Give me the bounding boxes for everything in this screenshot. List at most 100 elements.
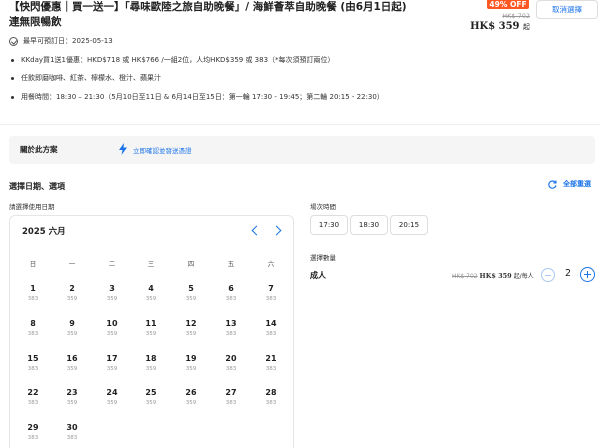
original-price: HK$ 702 [502,12,530,20]
calendar-day[interactable]: 17 359 [97,354,127,373]
calendar-day[interactable]: 10 359 [97,319,127,338]
day-price: 383 [225,296,237,302]
chevron-left-icon[interactable] [249,224,261,236]
day-price: 383 [265,366,277,372]
chevron-right-icon[interactable] [272,224,284,236]
cancel-selection-button[interactable]: 取消選擇 [536,0,598,19]
day-number: 14 [265,319,277,328]
calendar-day[interactable]: 11 359 [136,319,166,338]
time-slot-button[interactable]: 18:30 [350,215,388,235]
refresh-icon [548,179,557,189]
calendar-day[interactable]: 26 359 [176,388,206,407]
increase-quantity-button[interactable] [580,267,595,282]
lightning-icon [119,143,127,155]
calendar-day[interactable]: 13 383 [216,319,246,338]
day-number: 16 [66,354,78,363]
time-label: 場次時間 [310,203,336,211]
calendar-day[interactable]: 30 383 [57,423,87,442]
day-number: 19 [185,354,197,363]
day-number: 3 [109,284,115,293]
discount-badge: 49% OFF [487,0,529,9]
calendar-day[interactable]: 29 383 [18,423,48,442]
date-label: 請選擇使用日期 [9,203,55,211]
adult-price: HK$ 702 HK$ 359 起/每人 [452,271,534,280]
day-price: 383 [27,435,39,441]
day-price: 359 [185,366,197,372]
day-number: 27 [225,388,237,397]
earliest-date-row: 最早可預訂日：2025-05-13 [9,36,113,46]
day-number: 26 [185,388,197,397]
current-price: HK$ 359 起 [470,21,530,32]
calendar-day[interactable]: 23 359 [57,388,87,407]
time-slot-button[interactable]: 20:15 [390,215,428,235]
day-price: 383 [225,400,237,406]
day-number: 7 [268,284,274,293]
calendar-day[interactable]: 15 383 [18,354,48,373]
current-price-suffix: 起 [523,23,530,31]
calendar-day[interactable]: 28 383 [256,388,286,407]
day-price: 383 [27,296,39,302]
day-price: 359 [66,366,78,372]
calendar-day[interactable]: 25 359 [136,388,166,407]
calendar-day[interactable]: 6 383 [216,284,246,303]
calendar-day[interactable]: 5 359 [176,284,206,303]
time-slot-button[interactable]: 17:30 [310,215,348,235]
reset-all-button[interactable]: 全部重選 [548,179,591,189]
day-price: 383 [66,435,78,441]
day-price: 359 [185,296,197,302]
day-price: 383 [27,331,39,337]
calendar-day[interactable]: 8 383 [18,319,48,338]
calendar-day[interactable]: 20 383 [216,354,246,373]
adult-label: 成人 [310,271,326,280]
weekday-header: 二 [108,260,116,268]
calendar-day[interactable]: 1 383 [18,284,48,303]
bullet-item: 任飲即磨咖啡、紅茶、檸檬水、橙汁、蘋果汁 [9,73,161,83]
day-price: 383 [265,400,277,406]
current-price-value: HK$ 359 [470,21,520,32]
day-number: 21 [265,354,277,363]
decrease-quantity-button[interactable] [541,268,555,282]
day-number: 13 [225,319,237,328]
day-price: 359 [185,331,197,337]
bullet-dot-icon [11,58,14,62]
date-calendar: 2025 六月 日 一 二 三 四 五 六 1 383 2 359 3 359 4 359 5 359 6 383… [9,215,294,448]
day-price: 359 [106,400,118,406]
bullet-item: KKday買1送1優惠：HKD$718 或 HK$766 /一組2位，人均HKD… [9,55,335,65]
calendar-day[interactable]: 3 359 [97,284,127,303]
reset-all-label: 全部重選 [563,180,591,188]
day-number: 10 [106,319,118,328]
calendar-day[interactable]: 21 383 [256,354,286,373]
calendar-day[interactable]: 14 383 [256,319,286,338]
section-title: 選擇日期、選項 [9,182,65,191]
check-circle-icon [9,36,18,46]
weekday-header: 三 [147,260,155,268]
bullet-text: KKday買1送1優惠：HKD$718 或 HK$766 /一組2位，人均HKD… [21,56,335,64]
calendar-day[interactable]: 2 359 [57,284,87,303]
calendar-day[interactable]: 4 359 [136,284,166,303]
day-number: 12 [185,319,197,328]
calendar-day[interactable]: 18 359 [136,354,166,373]
calendar-day[interactable]: 24 359 [97,388,127,407]
calendar-day[interactable]: 27 383 [216,388,246,407]
calendar-day[interactable]: 12 359 [176,319,206,338]
day-number: 23 [66,388,78,397]
day-price: 359 [145,366,157,372]
calendar-day[interactable]: 16 359 [57,354,87,373]
weekday-header: 日 [29,260,37,268]
calendar-day[interactable]: 9 359 [57,319,87,338]
day-price: 359 [145,331,157,337]
divider [0,124,600,125]
weekday-header: 五 [227,260,235,268]
day-number: 24 [106,388,118,397]
day-number: 2 [69,284,75,293]
day-price: 359 [185,400,197,406]
day-price: 359 [66,400,78,406]
calendar-day[interactable]: 7 383 [256,284,286,303]
day-price: 383 [225,366,237,372]
calendar-day[interactable]: 22 383 [18,388,48,407]
day-number: 18 [145,354,157,363]
adult-price-suffix: 起/每人 [513,273,534,280]
day-number: 30 [66,423,78,432]
calendar-day[interactable]: 19 359 [176,354,206,373]
day-number: 17 [106,354,118,363]
